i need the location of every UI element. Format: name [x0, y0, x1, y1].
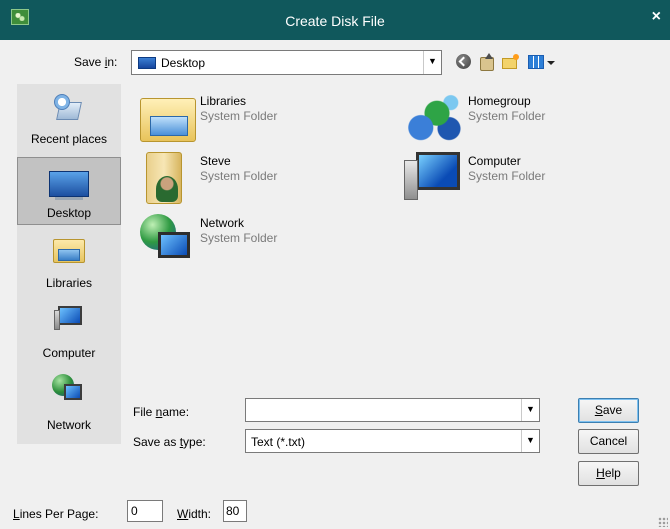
libraries-icon: [134, 90, 196, 144]
width-input[interactable]: 80: [223, 500, 247, 522]
save-button[interactable]: Save: [578, 398, 639, 423]
desktop-icon: [138, 57, 156, 69]
chevron-down-icon[interactable]: ▼: [521, 399, 539, 421]
chevron-down-icon[interactable]: ▼: [423, 51, 441, 74]
list-item[interactable]: Homegroup System Folder: [398, 90, 638, 145]
user-folder-icon: [134, 150, 196, 204]
computer-icon: [402, 150, 464, 204]
place-label: Network: [46, 418, 91, 432]
list-item[interactable]: Network System Folder: [130, 212, 370, 267]
file-name-combo[interactable]: ▼: [245, 398, 540, 422]
network-icon: [134, 212, 196, 266]
item-name: Steve: [200, 154, 231, 168]
item-name: Libraries: [200, 94, 247, 108]
lines-per-page-input[interactable]: 0: [127, 500, 163, 522]
view-menu-icon[interactable]: [527, 53, 557, 71]
place-recent-places[interactable]: Recent places: [17, 84, 121, 152]
file-list[interactable]: Libraries System Folder Homegroup System…: [130, 84, 665, 384]
cancel-button[interactable]: Cancel: [578, 429, 639, 454]
network-icon: [52, 374, 84, 406]
item-type: System Folder: [200, 231, 278, 245]
chevron-down-icon[interactable]: ▼: [521, 430, 539, 452]
place-label: Desktop: [46, 206, 92, 220]
save-as-type-dropdown[interactable]: Text (*.txt) ▼: [245, 429, 540, 453]
width-label: Width:: [177, 507, 212, 521]
item-type: System Folder: [200, 169, 278, 183]
save-in-label: Save in:: [74, 55, 118, 69]
item-type: System Folder: [468, 169, 546, 183]
list-item[interactable]: Steve System Folder: [130, 150, 370, 205]
place-label: Computer: [42, 346, 96, 360]
save-in-dropdown[interactable]: Desktop ▼: [131, 50, 442, 75]
item-name: Homegroup: [468, 94, 531, 108]
save-in-value: Desktop: [161, 56, 206, 70]
file-name-label: File name:: [133, 405, 190, 419]
place-network[interactable]: Network: [17, 371, 121, 439]
place-label: Recent places: [30, 132, 108, 146]
place-desktop[interactable]: Desktop: [17, 157, 121, 225]
list-item[interactable]: Libraries System Folder: [130, 90, 370, 145]
save-as-type-value: Text (*.txt): [251, 435, 306, 449]
window-title: Create Disk File: [285, 13, 385, 29]
help-button[interactable]: Help: [578, 461, 639, 486]
title-bar: Create Disk File ×: [0, 0, 670, 40]
homegroup-icon: [402, 90, 464, 144]
place-libraries[interactable]: Libraries: [17, 229, 121, 297]
libraries-icon: [53, 235, 85, 265]
desktop-icon: [49, 171, 89, 201]
up-folder-icon[interactable]: [477, 53, 497, 71]
computer-icon: [54, 304, 84, 332]
recent-places-icon: [52, 92, 84, 124]
save-as-type-label: Save as type:: [133, 435, 206, 449]
close-icon[interactable]: ×: [652, 9, 661, 25]
item-type: System Folder: [200, 109, 278, 123]
back-icon[interactable]: [455, 53, 475, 71]
item-name: Computer: [468, 154, 521, 168]
resize-grip-icon[interactable]: [658, 517, 668, 527]
new-folder-icon[interactable]: [501, 53, 521, 71]
places-bar: Recent places Desktop Libraries Computer…: [17, 84, 121, 444]
place-computer[interactable]: Computer: [17, 300, 121, 368]
item-type: System Folder: [468, 109, 546, 123]
list-item[interactable]: Computer System Folder: [398, 150, 638, 205]
lines-per-page-label: Lines Per Page:: [13, 507, 99, 521]
item-name: Network: [200, 216, 245, 230]
file-name-input[interactable]: [248, 401, 522, 419]
place-label: Libraries: [45, 276, 93, 290]
